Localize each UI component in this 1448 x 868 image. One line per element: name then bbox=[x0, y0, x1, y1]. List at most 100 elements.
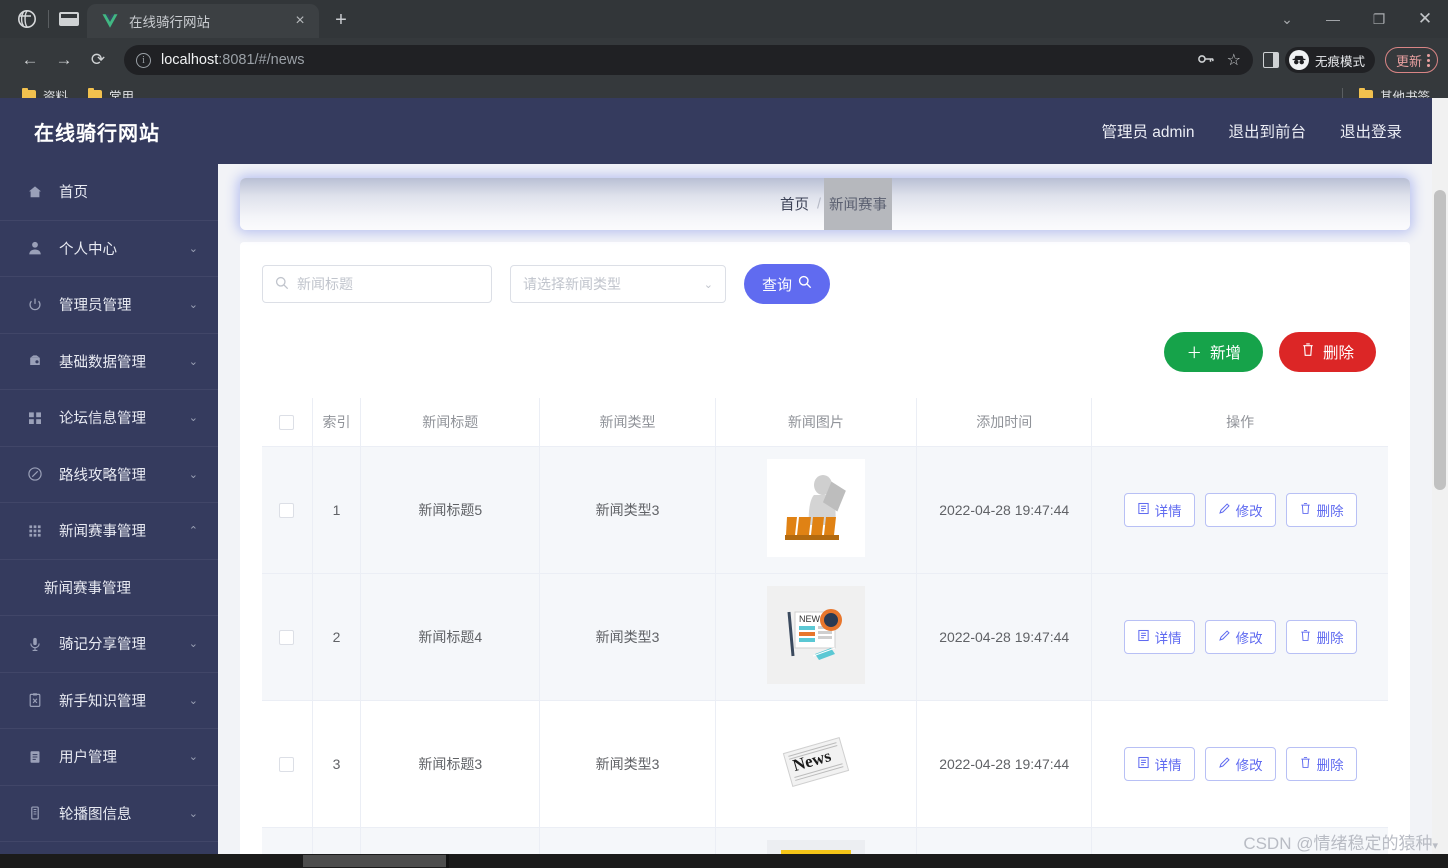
tab-search-window-icon[interactable] bbox=[59, 12, 79, 26]
header-admin-label[interactable]: 管理员 admin bbox=[1101, 120, 1194, 142]
news-paper-thumb[interactable]: News bbox=[766, 713, 865, 811]
news-flat-illustration-thumb[interactable]: NEWS bbox=[766, 586, 865, 684]
table-row[interactable]: 1 新闻标题5 新闻类型3 2022-04-28 19:47:44 详情 修改 … bbox=[262, 446, 1388, 574]
search-input[interactable]: 新闻标题 bbox=[262, 265, 492, 303]
row-delete-button[interactable]: 删除 bbox=[1285, 746, 1357, 781]
minimize-icon[interactable]: — bbox=[1310, 0, 1356, 38]
row-select-cell[interactable] bbox=[262, 827, 313, 854]
vertical-scrollbar[interactable] bbox=[1432, 98, 1448, 854]
sidebar-item-user-management[interactable]: 用户管理 ⌄ bbox=[0, 729, 218, 786]
row-select-cell[interactable] bbox=[262, 446, 313, 574]
reload-icon[interactable]: ⟳ bbox=[82, 44, 114, 76]
url-host: localhost bbox=[161, 52, 219, 68]
sidebar-item-admin-management[interactable]: 管理员管理 ⌄ bbox=[0, 277, 218, 334]
window-close-icon[interactable]: ✕ bbox=[1402, 0, 1448, 38]
sidebar-submenu-item-news-event[interactable]: 新闻赛事管理 bbox=[0, 559, 218, 616]
row-title: 新闻标题3 bbox=[360, 700, 541, 828]
chevron-down-icon: ⌄ bbox=[188, 468, 198, 481]
row-checkbox[interactable] bbox=[279, 502, 295, 518]
search-icon bbox=[798, 275, 812, 293]
incognito-indicator[interactable]: 无痕模式 bbox=[1284, 47, 1375, 73]
row-select-cell[interactable] bbox=[262, 573, 313, 701]
row-actions-cell: 详情 修改 删除 bbox=[1091, 446, 1388, 574]
sidebar-item-basic-data-management[interactable]: 基础数据管理 ⌄ bbox=[0, 334, 218, 390]
sidebar-item-extra[interactable] bbox=[0, 842, 218, 854]
news-3d-figure-thumb[interactable] bbox=[766, 459, 865, 557]
horizontal-scrollbar-thumb[interactable] bbox=[303, 855, 446, 867]
sidebar-item-route-guide-management[interactable]: 路线攻略管理 ⌄ bbox=[0, 447, 218, 503]
table-row[interactable]: 4 爆点 bbox=[262, 827, 1388, 854]
row-type: 新闻类型3 bbox=[539, 700, 716, 828]
breadcrumb-home[interactable]: 首页 bbox=[780, 194, 809, 215]
detail-label: 详情 bbox=[1154, 757, 1182, 773]
edit-button[interactable]: 修改 bbox=[1204, 746, 1276, 781]
bulk-delete-button[interactable]: 删除 bbox=[1278, 332, 1376, 372]
close-icon[interactable]: × bbox=[289, 10, 311, 32]
detail-button[interactable]: 详情 bbox=[1123, 619, 1195, 654]
vue-logo-icon bbox=[101, 12, 119, 30]
table-row[interactable]: 3 新闻标题3 新闻类型3 News 2022-04-28 19:47:44 详… bbox=[262, 700, 1388, 828]
home-icon bbox=[26, 183, 43, 200]
row-delete-button[interactable]: 删除 bbox=[1285, 619, 1357, 654]
vertical-scrollbar-thumb[interactable] bbox=[1434, 190, 1446, 490]
row-delete-button[interactable]: 删除 bbox=[1285, 492, 1357, 527]
update-button[interactable]: 更新 bbox=[1384, 47, 1438, 73]
forward-icon[interactable]: → bbox=[48, 44, 80, 76]
chevron-down-icon: ⌄ bbox=[188, 751, 198, 764]
sidebar-item-carousel-image-info[interactable]: 轮播图信息 ⌄ bbox=[0, 786, 218, 842]
password-key-icon[interactable] bbox=[1197, 52, 1215, 69]
news-table: 索引 新闻标题 新闻类型 新闻图片 添加时间 操作 1 新闻标题5 新闻类型3 … bbox=[262, 398, 1388, 854]
window-controls: ⌄ — ❐ ✕ bbox=[1264, 0, 1448, 38]
sidebar-item-news-event-management[interactable]: 新闻赛事管理 ⌃ bbox=[0, 503, 218, 560]
select-all-header[interactable] bbox=[262, 398, 313, 447]
detail-button[interactable]: 详情 bbox=[1123, 746, 1195, 781]
sidebar-item-personal-center[interactable]: 个人中心 ⌄ bbox=[0, 221, 218, 277]
row-image-cell[interactable] bbox=[715, 446, 918, 574]
sidebar-item-label: 用户管理 bbox=[59, 750, 117, 767]
edit-button[interactable]: 修改 bbox=[1204, 492, 1276, 527]
news-type-select[interactable]: 请选择新闻类型 ⌄ bbox=[510, 265, 726, 303]
chevron-down-icon: ⌄ bbox=[188, 807, 198, 820]
bookmark-star-icon[interactable]: ☆ bbox=[1227, 50, 1241, 70]
sidebar-item-home[interactable]: 首页 bbox=[0, 164, 218, 221]
add-button[interactable]: ＋ 新增 bbox=[1164, 332, 1263, 372]
browser-logo-icon bbox=[16, 8, 38, 30]
header-logout[interactable]: 退出登录 bbox=[1340, 120, 1402, 142]
maximize-icon[interactable]: ❐ bbox=[1356, 0, 1402, 38]
row-checkbox[interactable] bbox=[279, 629, 295, 645]
address-bar[interactable]: i localhost:8081/#/news ☆ bbox=[124, 45, 1253, 75]
row-actions-cell: 详情 修改 删除 bbox=[1091, 700, 1388, 828]
search-button[interactable]: 查询 bbox=[744, 264, 831, 304]
row-image-cell[interactable]: NEWS bbox=[715, 573, 918, 701]
site-info-icon[interactable]: i bbox=[136, 52, 151, 68]
side-panel-icon[interactable] bbox=[1262, 52, 1279, 68]
row-title: 新闻标题4 bbox=[360, 573, 541, 701]
chevron-down-icon: ⌄ bbox=[188, 694, 198, 707]
page-viewport: 在线骑行网站 管理员 admin 退出到前台 退出登录 首页 个人中心 ⌄ 管理… bbox=[0, 98, 1448, 854]
row-select-cell[interactable] bbox=[262, 700, 313, 828]
row-title: 新闻标题5 bbox=[360, 446, 541, 574]
row-index: 1 bbox=[312, 446, 362, 574]
back-icon[interactable]: ← bbox=[14, 44, 46, 76]
select-all-checkbox[interactable] bbox=[279, 415, 295, 431]
sidebar-item-forum-management[interactable]: 论坛信息管理 ⌄ bbox=[0, 390, 218, 447]
tab-title: 在线骑行网站 bbox=[129, 15, 210, 30]
row-time: 2022-04-28 19:47:44 bbox=[916, 700, 1093, 828]
sidebar-item-beginner-knowledge-management[interactable]: 新手知识管理 ⌄ bbox=[0, 673, 218, 729]
sidebar-item-ride-share-management[interactable]: 骑记分享管理 ⌄ bbox=[0, 616, 218, 673]
detail-button[interactable]: 详情 bbox=[1123, 492, 1195, 527]
baodian-news-thumb[interactable]: 爆点 bbox=[766, 840, 865, 854]
chrome-menu-icon[interactable] bbox=[1427, 53, 1430, 67]
row-checkbox[interactable] bbox=[279, 756, 295, 772]
row-image-cell[interactable]: 爆点 bbox=[715, 827, 918, 854]
header-exit-to-front[interactable]: 退出到前台 bbox=[1228, 120, 1306, 142]
chevron-down-icon: ⌄ bbox=[188, 412, 198, 425]
user-icon bbox=[26, 240, 43, 257]
table-row[interactable]: 2 新闻标题4 新闻类型3 NEWS 2022-04-28 19:47:44 详… bbox=[262, 573, 1388, 701]
chevron-down-icon[interactable]: ⌄ bbox=[1264, 0, 1310, 38]
horizontal-scrollbar[interactable] bbox=[0, 854, 1448, 868]
new-tab-button[interactable]: + bbox=[327, 7, 355, 35]
row-image-cell[interactable]: News bbox=[715, 700, 918, 828]
edit-button[interactable]: 修改 bbox=[1204, 619, 1276, 654]
browser-tab[interactable]: 在线骑行网站 × bbox=[87, 4, 319, 38]
